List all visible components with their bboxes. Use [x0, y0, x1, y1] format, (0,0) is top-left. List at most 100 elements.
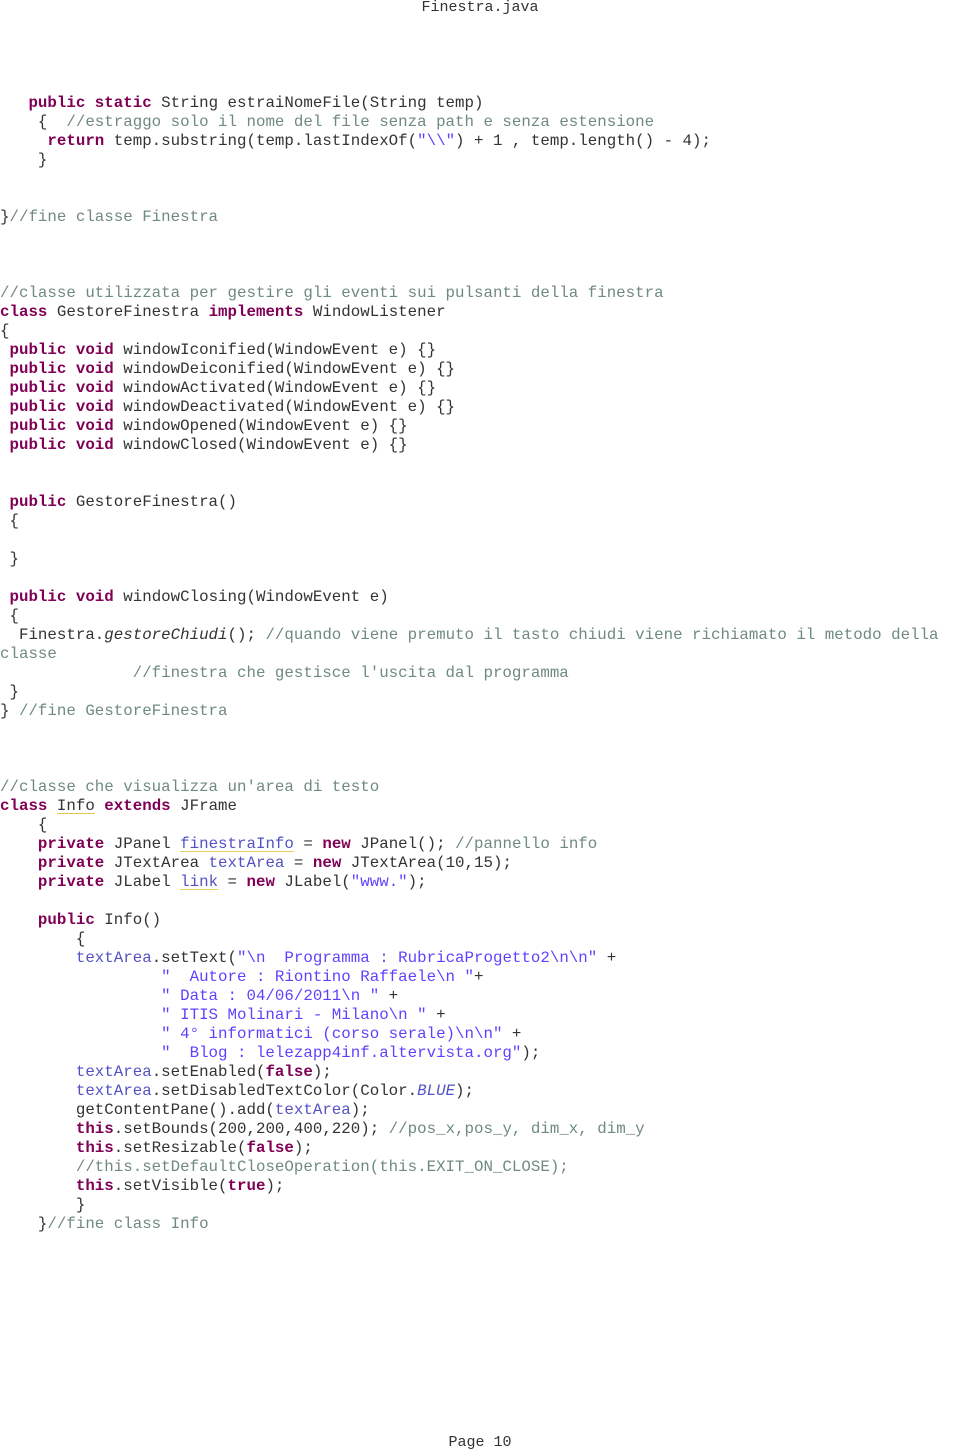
code-comment: //pannello info	[455, 835, 598, 853]
code-line: public void windowOpened(WindowEvent e) …	[0, 417, 960, 436]
code-line: this.setBounds(200,200,400,220); //pos_x…	[0, 1120, 960, 1139]
code-line: //classe che visualizza un'area di testo	[0, 778, 960, 797]
code-keyword: false	[246, 1139, 294, 1157]
code-line: " 4° informatici (corso serale)\n\n" +	[0, 1025, 960, 1044]
code-string-literal: " 4° informatici (corso serale)\n\n"	[161, 1025, 503, 1043]
code-string-literal: " Data : 04/06/2011\n "	[161, 987, 380, 1005]
code-token: JLabel	[113, 873, 181, 891]
code-line: this.setVisible(true);	[0, 1177, 960, 1196]
code-line: public Info()	[0, 911, 960, 930]
code-comment: //fine class Info	[47, 1215, 209, 1233]
code-line: this.setResizable(false);	[0, 1139, 960, 1158]
code-listing: public static String estraiNomeFile(Stri…	[0, 94, 960, 1234]
code-string-literal: "\\"	[417, 132, 456, 150]
code-token: {	[0, 607, 19, 625]
code-keyword: public void	[9, 588, 124, 606]
code-token: }	[0, 1196, 86, 1214]
code-keyword: implements	[208, 303, 313, 321]
code-comment: //quando viene premuto il tasto chiudi v…	[265, 626, 939, 644]
code-line: } //fine GestoreFinestra	[0, 702, 960, 721]
code-token: }	[0, 550, 19, 568]
code-line: private JLabel link = new JLabel("www.")…	[0, 873, 960, 892]
code-token: WindowListener	[312, 303, 446, 321]
code-keyword: extends	[104, 797, 181, 815]
code-line: getContentPane().add(textArea);	[0, 1101, 960, 1120]
code-token: .setVisible(	[113, 1177, 228, 1195]
code-line: private JTextArea textArea = new JTextAr…	[0, 854, 960, 873]
code-token: {	[0, 113, 57, 131]
code-token: {	[0, 322, 10, 340]
code-token: Finestra.	[0, 626, 105, 644]
code-string-literal: "www."	[350, 873, 408, 891]
code-token: Info()	[104, 911, 162, 929]
code-token: .setText(	[151, 949, 238, 967]
code-keyword: false	[265, 1063, 313, 1081]
code-token: getContentPane().add(	[0, 1101, 275, 1119]
code-token: windowOpened(WindowEvent e) {}	[123, 417, 408, 435]
code-line: " Data : 04/06/2011\n " +	[0, 987, 960, 1006]
code-keyword: return	[47, 132, 114, 150]
code-token: JTextArea(10,15);	[350, 854, 512, 872]
code-line: }	[0, 550, 960, 569]
code-token: Info	[56, 797, 95, 815]
code-token: ();	[227, 626, 266, 644]
code-token: JFrame	[180, 797, 238, 815]
code-token: }	[0, 151, 48, 169]
code-line: Finestra.gestoreChiudi(); //quando viene…	[0, 626, 960, 645]
code-line: public void windowDeactivated(WindowEven…	[0, 398, 960, 417]
code-token: JPanel	[113, 835, 181, 853]
code-line: }//fine classe Finestra	[0, 208, 960, 227]
code-comment: //fine classe Finestra	[9, 208, 219, 226]
code-token: windowDeactivated(WindowEvent e) {}	[123, 398, 456, 416]
code-keyword: public void	[9, 379, 124, 397]
code-line: public void windowClosing(WindowEvent e)	[0, 588, 960, 607]
code-keyword: this	[75, 1177, 114, 1195]
code-comment: classe	[0, 645, 57, 663]
code-token: .setDisabledTextColor(Color.	[151, 1082, 418, 1100]
code-line: textArea.setEnabled(false);	[0, 1063, 960, 1082]
code-token: JTextArea	[113, 854, 209, 872]
code-keyword: public static	[28, 94, 162, 112]
code-token: }	[0, 702, 19, 720]
code-keyword: private	[37, 873, 114, 891]
code-field: BLUE	[417, 1082, 456, 1100]
code-keyword: public void	[9, 360, 124, 378]
code-line: public GestoreFinestra()	[0, 493, 960, 512]
code-line: " ITIS Molinari - Milano\n " +	[0, 1006, 960, 1025]
code-line: }	[0, 1196, 960, 1215]
code-keyword: public void	[9, 341, 124, 359]
code-token: String estraiNomeFile(String temp)	[161, 94, 484, 112]
code-line: private JPanel finestraInfo = new JPanel…	[0, 835, 960, 854]
code-token: gestoreChiudi	[104, 626, 228, 644]
code-token: link	[180, 873, 219, 891]
code-token: );	[521, 1044, 541, 1062]
code-keyword: new	[246, 873, 285, 891]
code-string-literal: " Blog : lelezapp4inf.altervista.org"	[161, 1044, 522, 1062]
code-token: {	[0, 816, 48, 834]
code-string-literal: " ITIS Molinari - Milano\n "	[161, 1006, 427, 1024]
code-line: public void windowIconified(WindowEvent …	[0, 341, 960, 360]
code-token: GestoreFinestra()	[75, 493, 237, 511]
code-token: ) + 1 , temp.length() - 4);	[455, 132, 711, 150]
code-token: );	[265, 1177, 285, 1195]
code-token: {	[0, 512, 19, 530]
code-line: //finestra che gestisce l'uscita dal pro…	[0, 664, 960, 683]
